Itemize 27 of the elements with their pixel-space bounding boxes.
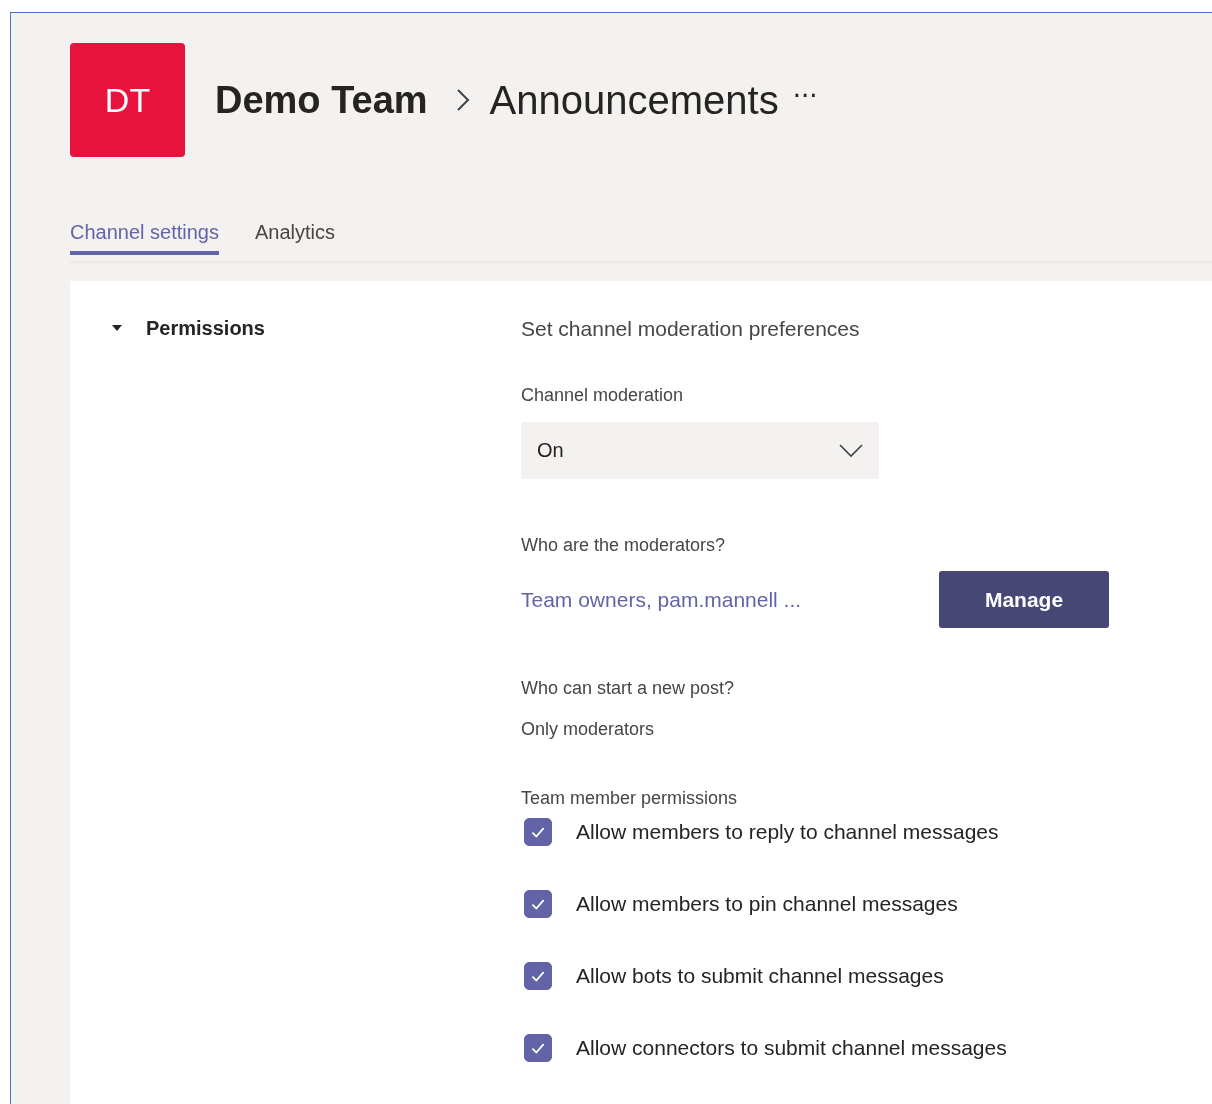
checkbox-label: Allow connectors to submit channel messages: [576, 1036, 1007, 1060]
manage-button[interactable]: Manage: [939, 571, 1109, 628]
channel-name: Announcements: [489, 77, 779, 123]
chevron-right-icon: [455, 88, 470, 112]
team-logo: DT: [70, 43, 185, 157]
field-label: Channel moderation: [521, 384, 685, 407]
section-heading: Set channel moderation preferences: [521, 316, 861, 342]
checkbox[interactable]: [524, 1034, 552, 1062]
checkbox[interactable]: [524, 962, 552, 990]
field-value: Only moderators: [521, 718, 656, 741]
checkbox[interactable]: [524, 890, 552, 918]
field-label: Who are the moderators?: [521, 534, 727, 557]
section-title: Permissions: [146, 316, 265, 340]
tab[interactable]: Channel settings: [70, 217, 219, 255]
tab[interactable]: Analytics: [255, 217, 335, 255]
checkbox-label: Allow members to pin channel messages: [576, 892, 958, 916]
moderators-link[interactable]: Team owners, pam.mannell ...: [521, 587, 939, 612]
team-name[interactable]: Demo Team: [215, 78, 428, 122]
more-options-button[interactable]: ···: [792, 81, 818, 111]
field-label: Who can start a new post?: [521, 677, 736, 700]
moderation-dropdown[interactable]: On: [521, 422, 879, 479]
field-label: Team member permissions: [521, 787, 739, 810]
checkbox[interactable]: [524, 818, 552, 846]
checkbox-label: Allow members to reply to channel messages: [576, 820, 999, 844]
checkbox-label: Allow bots to submit channel messages: [576, 964, 944, 988]
chevron-down-icon: [839, 443, 863, 458]
caret-icon[interactable]: [112, 325, 122, 331]
